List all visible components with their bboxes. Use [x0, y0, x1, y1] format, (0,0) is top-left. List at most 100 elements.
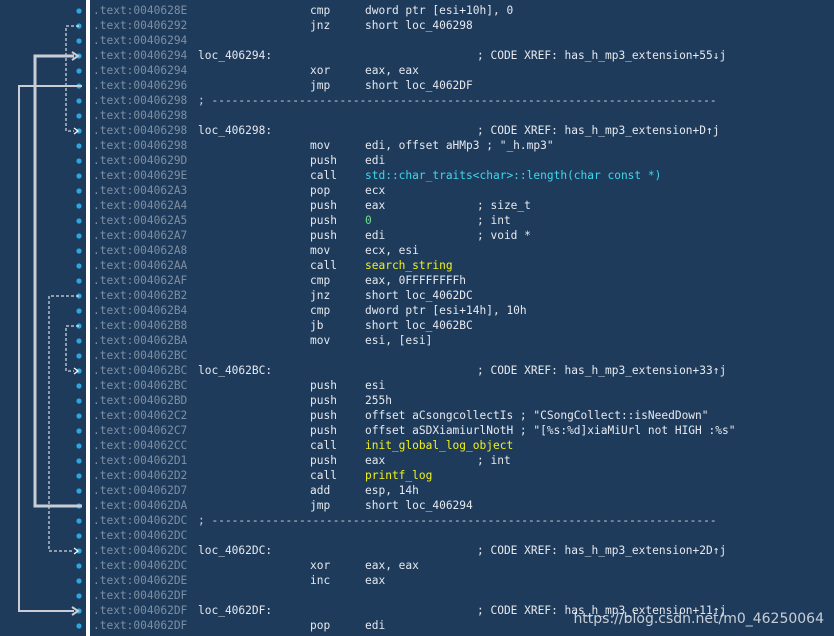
operand[interactable]: esi, [esi]: [365, 333, 432, 348]
code-label[interactable]: loc_4062DF:: [198, 603, 272, 618]
code-line[interactable]: .text:004062AF cmp eax, 0FFFFFFFFh: [93, 273, 834, 288]
code-line[interactable]: .text:004062AA call search_string: [93, 258, 834, 273]
address: .text:004062D7: [93, 484, 188, 497]
address: .text:00406292: [93, 19, 188, 32]
code-line[interactable]: .text:004062B8 jb short loc_4062BC: [93, 318, 834, 333]
code-line[interactable]: .text:004062BC push esi: [93, 378, 834, 393]
code-line[interactable]: .text:004062C2 push offset aCsongcollectIs…: [93, 408, 834, 423]
code-line[interactable]: .text:00406292 jnz short loc_406298: [93, 18, 834, 33]
operand[interactable]: edi: [365, 153, 385, 168]
code-line[interactable]: .text:004062A4 push eax ; size_t: [93, 198, 834, 213]
address: .text:004062C7: [93, 424, 188, 437]
code-line[interactable]: .text:00406294 loc_406294: ; CODE XREF: ha…: [93, 48, 834, 63]
code-line[interactable]: .text:004062B4 cmp dword ptr [esi+14h], 10…: [93, 303, 834, 318]
operand[interactable]: search_string: [365, 258, 453, 273]
code-label[interactable]: loc_4062DC:: [198, 543, 272, 558]
operand[interactable]: eax, eax: [365, 63, 419, 78]
code-label[interactable]: loc_4062BC:: [198, 363, 272, 378]
code-line[interactable]: .text:004062DC xor eax, eax: [93, 558, 834, 573]
code-line[interactable]: .text:004062BC loc_4062BC: ; CODE XREF: ha…: [93, 363, 834, 378]
operand[interactable]: dword ptr [esi+14h], 10h: [365, 303, 527, 318]
code-line[interactable]: .text:004062DC loc_4062DC: ; CODE XREF: ha…: [93, 543, 834, 558]
code-line[interactable]: .text:00406298: [93, 108, 834, 123]
address: .text:004062DC: [93, 514, 188, 527]
code-line[interactable]: .text:004062D1 push eax ; int: [93, 453, 834, 468]
operand[interactable]: ecx: [365, 183, 385, 198]
code-line[interactable]: .text:004062A7 push edi ; void *: [93, 228, 834, 243]
code-line[interactable]: .text:0040629D push edi: [93, 153, 834, 168]
mnemonic: push: [310, 214, 337, 227]
conditional-branch-arrow: [65, 325, 79, 372]
code-line[interactable]: .text:004062C7 push offset aSDXiamiurlNotH…: [93, 423, 834, 438]
code-line[interactable]: .text:0040629E call std::char_traits<char>…: [93, 168, 834, 183]
code-line[interactable]: .text:004062DC: [93, 528, 834, 543]
operand[interactable]: offset aSDXiamiurlNotH ; "[%s:%d]xiaMiUr…: [365, 423, 735, 438]
operand[interactable]: 255h: [365, 393, 392, 408]
operand[interactable]: short loc_4062DC: [365, 288, 473, 303]
mnemonic: jmp: [310, 499, 331, 512]
code-line[interactable]: .text:004062D7 add esp, 14h: [93, 483, 834, 498]
operand[interactable]: short loc_406294: [365, 498, 473, 513]
operand[interactable]: edi: [365, 228, 385, 243]
code-label[interactable]: loc_406294:: [198, 48, 272, 63]
code-line[interactable]: .text:004062BD push 255h: [93, 393, 834, 408]
operand[interactable]: edi, offset aHMp3 ; "_h.mp3": [365, 138, 554, 153]
code-line[interactable]: .text:00406298 loc_406298: ; CODE XREF: ha…: [93, 123, 834, 138]
branch-dot-icon: [76, 263, 82, 269]
operand[interactable]: eax: [365, 573, 385, 588]
operand[interactable]: printf_log: [365, 468, 432, 483]
branch-dot-icon: [76, 443, 82, 449]
operand[interactable]: short loc_4062DF: [365, 78, 473, 93]
address: .text:004062DC: [93, 529, 188, 542]
operand[interactable]: short loc_4062BC: [365, 318, 473, 333]
code-line[interactable]: .text:004062DA jmp short loc_406294: [93, 498, 834, 513]
operand[interactable]: eax: [365, 198, 385, 213]
code-line[interactable]: .text:004062DC ; ------------------------…: [93, 513, 834, 528]
code-line[interactable]: .text:00406298 ; ------------------------…: [93, 93, 834, 108]
branch-dot-icon: [76, 38, 82, 44]
code-line[interactable]: .text:004062A3 pop ecx: [93, 183, 834, 198]
operand[interactable]: eax, eax: [365, 558, 419, 573]
operand[interactable]: edi: [365, 618, 385, 633]
mnemonic: push: [310, 424, 337, 437]
operand[interactable]: eax: [365, 453, 385, 468]
code-line[interactable]: .text:00406294: [93, 33, 834, 48]
xref-comment: ; CODE XREF: has_h_mp3_extension+D↑j: [477, 124, 720, 137]
arrow-head-icon: [73, 547, 79, 555]
code-line[interactable]: .text:00406296 jmp short loc_4062DF: [93, 78, 834, 93]
arrow-head-icon: [73, 367, 79, 375]
operand[interactable]: ecx, esi: [365, 243, 419, 258]
operand[interactable]: std::char_traits<char>::length(char cons…: [365, 168, 661, 183]
disassembly-listing[interactable]: .text:0040628E cmp dword ptr [esi+10h], 0.…: [93, 3, 834, 633]
separator: ; --------------------------------------…: [198, 514, 717, 527]
operand[interactable]: esi: [365, 378, 385, 393]
code-line[interactable]: .text:004062A5 push 0 ; int: [93, 213, 834, 228]
operand[interactable]: offset aCsongcollectIs ; "CSongCollect::…: [365, 408, 709, 423]
unconditional-branch-arrow: [33, 54, 82, 508]
code-line[interactable]: .text:00406298 mov edi, offset aHMp3 ; "_h…: [93, 138, 834, 153]
address: .text:004062DF: [93, 604, 188, 617]
branch-dot-icon: [76, 518, 82, 524]
address: .text:004062A8: [93, 244, 188, 257]
code-line[interactable]: .text:004062CC call init_global_log_object: [93, 438, 834, 453]
mnemonic: add: [310, 484, 331, 497]
operand[interactable]: eax, 0FFFFFFFFh: [365, 273, 466, 288]
code-line[interactable]: .text:004062BC: [93, 348, 834, 363]
mnemonic: xor: [310, 64, 331, 77]
address: .text:0040629D: [93, 154, 188, 167]
mnemonic: push: [310, 379, 337, 392]
operand[interactable]: 0: [365, 213, 372, 228]
code-line[interactable]: .text:004062BA mov esi, [esi]: [93, 333, 834, 348]
code-label[interactable]: loc_406298:: [198, 123, 272, 138]
code-line[interactable]: .text:004062DF: [93, 588, 834, 603]
code-line[interactable]: .text:004062DE inc eax: [93, 573, 834, 588]
code-line[interactable]: .text:004062B2 jnz short loc_4062DC: [93, 288, 834, 303]
code-line[interactable]: .text:004062A8 mov ecx, esi: [93, 243, 834, 258]
operand[interactable]: short loc_406298: [365, 18, 473, 33]
operand[interactable]: init_global_log_object: [365, 438, 513, 453]
code-line[interactable]: .text:0040628E cmp dword ptr [esi+10h], 0: [93, 3, 834, 18]
code-line[interactable]: .text:00406294 xor eax, eax: [93, 63, 834, 78]
operand[interactable]: esp, 14h: [365, 483, 419, 498]
code-line[interactable]: .text:004062D2 call printf_log: [93, 468, 834, 483]
operand[interactable]: dword ptr [esi+10h], 0: [365, 3, 513, 18]
